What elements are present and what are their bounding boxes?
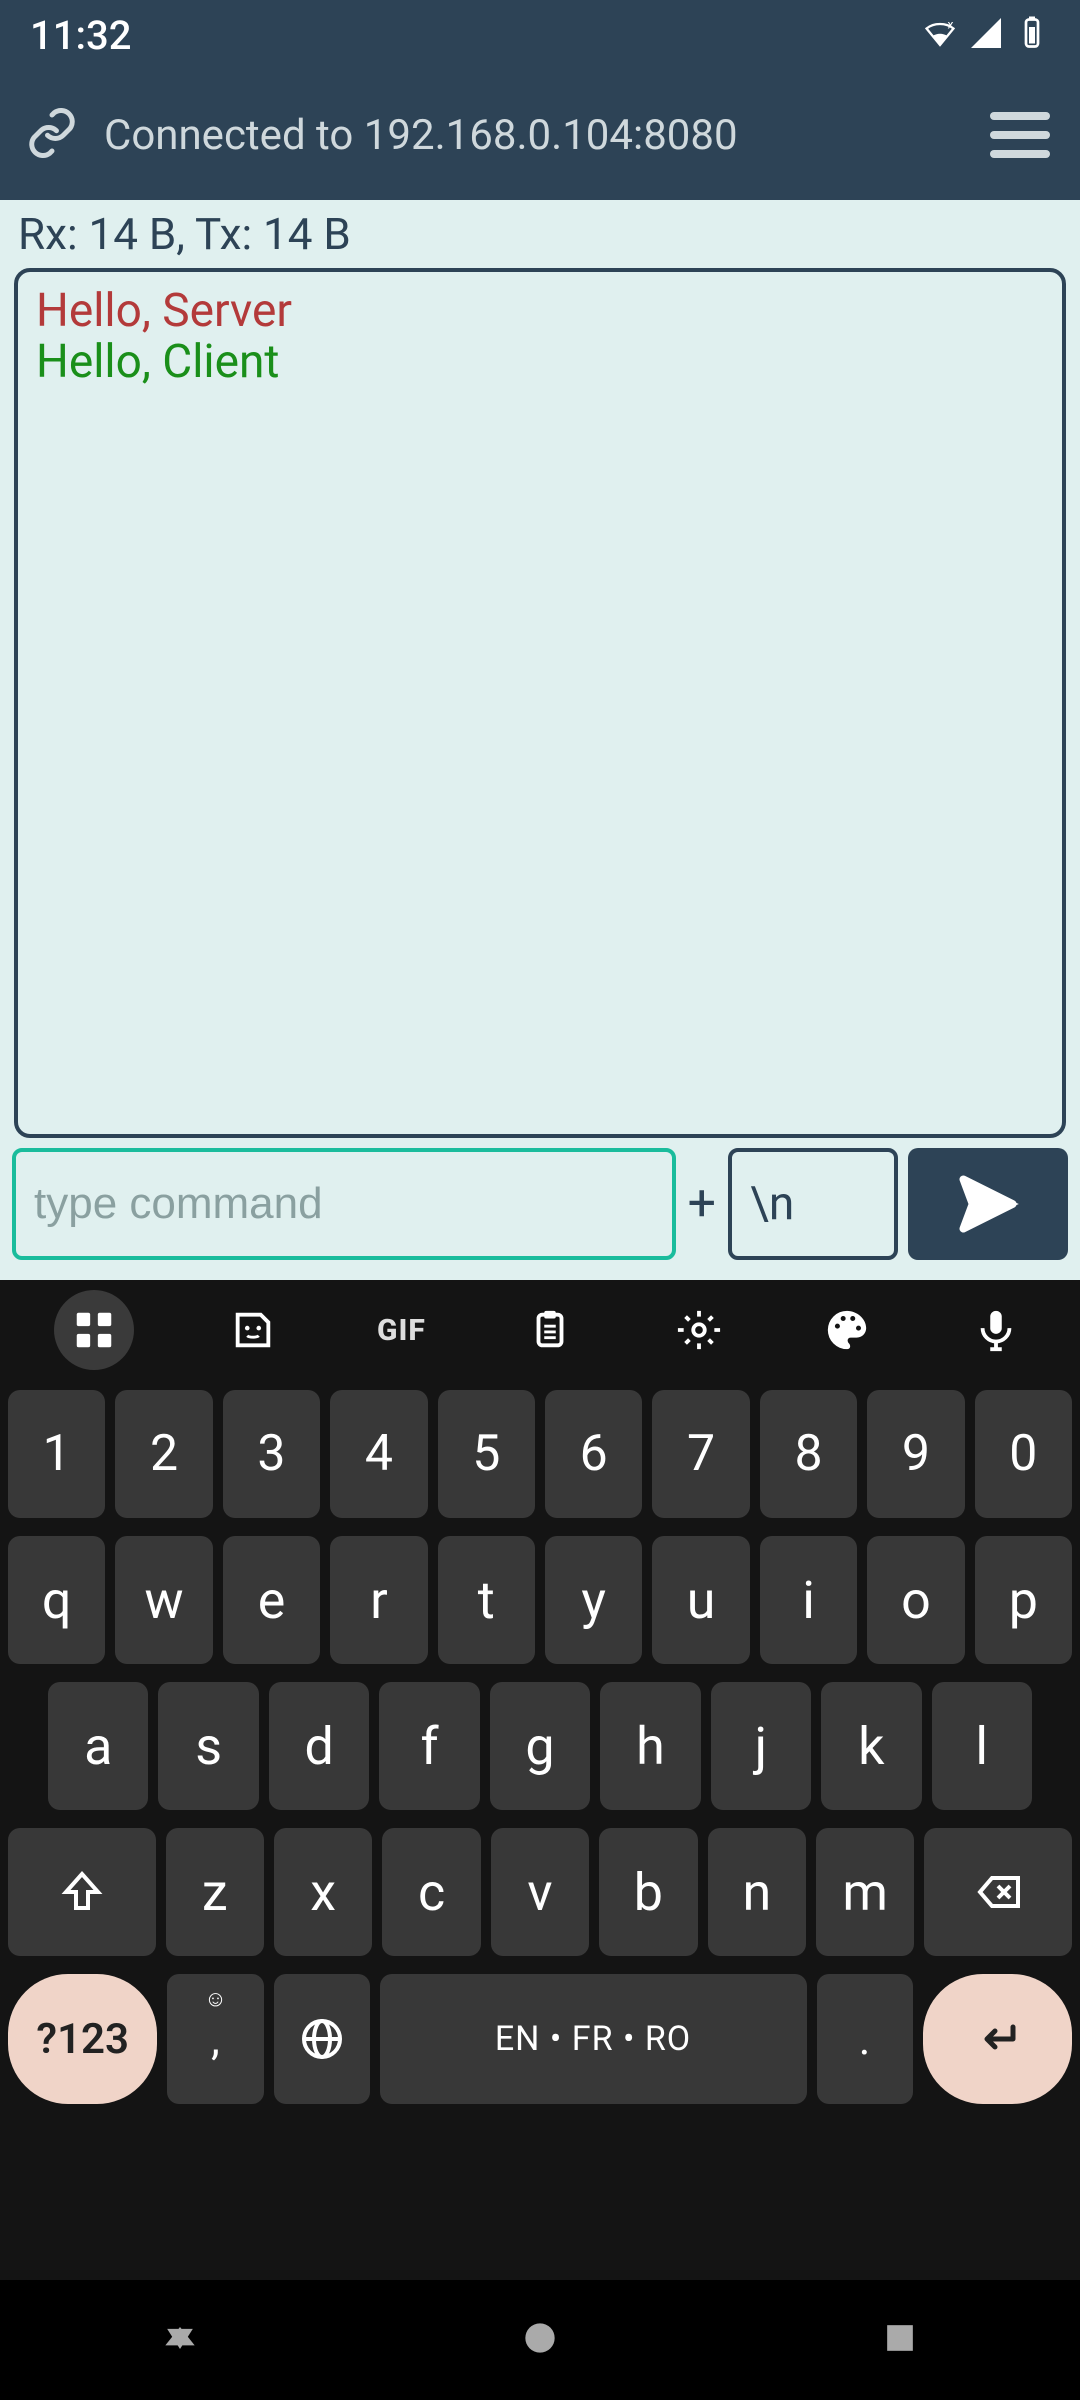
- language-key[interactable]: [274, 1974, 370, 2104]
- backspace-key[interactable]: [924, 1828, 1072, 1956]
- key-o[interactable]: o: [867, 1536, 964, 1664]
- log-box[interactable]: Hello, ServerHello, Client: [14, 268, 1066, 1138]
- numeric-key[interactable]: ?123: [8, 1974, 157, 2104]
- apps-icon[interactable]: [54, 1290, 134, 1370]
- palette-icon[interactable]: [817, 1300, 877, 1360]
- key-l[interactable]: l: [932, 1682, 1032, 1810]
- command-input[interactable]: [12, 1148, 676, 1260]
- battery-icon: [1014, 15, 1050, 55]
- settings-icon[interactable]: [669, 1300, 729, 1360]
- key-a[interactable]: a: [48, 1682, 148, 1810]
- key-b[interactable]: b: [599, 1828, 697, 1956]
- signal-icon: [968, 15, 1004, 55]
- input-row: + \n: [0, 1148, 1080, 1270]
- gif-button[interactable]: GIF: [371, 1300, 431, 1360]
- key-h[interactable]: h: [600, 1682, 700, 1810]
- key-x[interactable]: x: [274, 1828, 372, 1956]
- key-j[interactable]: j: [711, 1682, 811, 1810]
- key-u[interactable]: u: [652, 1536, 749, 1664]
- log-line: Hello, Client: [36, 337, 1044, 388]
- key-p[interactable]: p: [975, 1536, 1072, 1664]
- key-t[interactable]: t: [438, 1536, 535, 1664]
- connection-status: Connected to 192.168.0.104:8080: [104, 111, 960, 160]
- link-icon: [25, 106, 79, 164]
- key-7[interactable]: 7: [652, 1390, 749, 1518]
- key-i[interactable]: i: [760, 1536, 857, 1664]
- keyboard: GIF 1234567890 qwertyuiop asdfghjkl zxcv…: [0, 1280, 1080, 2280]
- sticker-icon[interactable]: [223, 1300, 283, 1360]
- key-f[interactable]: f: [379, 1682, 479, 1810]
- status-bar: 11:32 x: [0, 0, 1080, 70]
- key-0[interactable]: 0: [975, 1390, 1072, 1518]
- key-v[interactable]: v: [491, 1828, 589, 1956]
- key-k[interactable]: k: [821, 1682, 921, 1810]
- key-s[interactable]: s: [158, 1682, 258, 1810]
- key-w[interactable]: w: [115, 1536, 212, 1664]
- mic-icon[interactable]: [966, 1300, 1026, 1360]
- suffix-input[interactable]: \n: [728, 1148, 898, 1260]
- menu-button[interactable]: [985, 100, 1055, 170]
- home-button[interactable]: [518, 2316, 562, 2364]
- key-c[interactable]: c: [382, 1828, 480, 1956]
- log-line: Hello, Server: [36, 286, 1044, 337]
- period-key[interactable]: .: [817, 1974, 913, 2104]
- status-time: 11:32: [30, 12, 131, 59]
- key-r[interactable]: r: [330, 1536, 427, 1664]
- back-button[interactable]: [158, 2316, 202, 2364]
- keyboard-toolbar: GIF: [0, 1280, 1080, 1380]
- recent-button[interactable]: [878, 2316, 922, 2364]
- key-1[interactable]: 1: [8, 1390, 105, 1518]
- comma-key[interactable]: ☺,: [167, 1974, 263, 2104]
- enter-key[interactable]: [923, 1974, 1072, 2104]
- key-n[interactable]: n: [708, 1828, 806, 1956]
- key-2[interactable]: 2: [115, 1390, 212, 1518]
- send-button[interactable]: [908, 1148, 1068, 1260]
- plus-label: +: [686, 1175, 718, 1233]
- key-g[interactable]: g: [490, 1682, 590, 1810]
- send-icon: [951, 1167, 1025, 1241]
- android-navbar: [0, 2280, 1080, 2400]
- key-6[interactable]: 6: [545, 1390, 642, 1518]
- app-header: Connected to 192.168.0.104:8080: [0, 70, 1080, 200]
- key-m[interactable]: m: [816, 1828, 914, 1956]
- key-q[interactable]: q: [8, 1536, 105, 1664]
- clipboard-icon[interactable]: [520, 1300, 580, 1360]
- key-5[interactable]: 5: [438, 1390, 535, 1518]
- svg-text:x: x: [948, 18, 954, 32]
- key-y[interactable]: y: [545, 1536, 642, 1664]
- wifi-icon: x: [922, 15, 958, 55]
- stats-bar: Rx: 14 B, Tx: 14 B: [0, 200, 1080, 264]
- status-icons: x: [922, 15, 1050, 55]
- content-area: Rx: 14 B, Tx: 14 B Hello, ServerHello, C…: [0, 200, 1080, 1280]
- key-8[interactable]: 8: [760, 1390, 857, 1518]
- key-4[interactable]: 4: [330, 1390, 427, 1518]
- key-d[interactable]: d: [269, 1682, 369, 1810]
- space-key[interactable]: EN • FR • RO: [380, 1974, 807, 2104]
- key-3[interactable]: 3: [223, 1390, 320, 1518]
- key-e[interactable]: e: [223, 1536, 320, 1664]
- key-9[interactable]: 9: [867, 1390, 964, 1518]
- key-z[interactable]: z: [166, 1828, 264, 1956]
- shift-key[interactable]: [8, 1828, 156, 1956]
